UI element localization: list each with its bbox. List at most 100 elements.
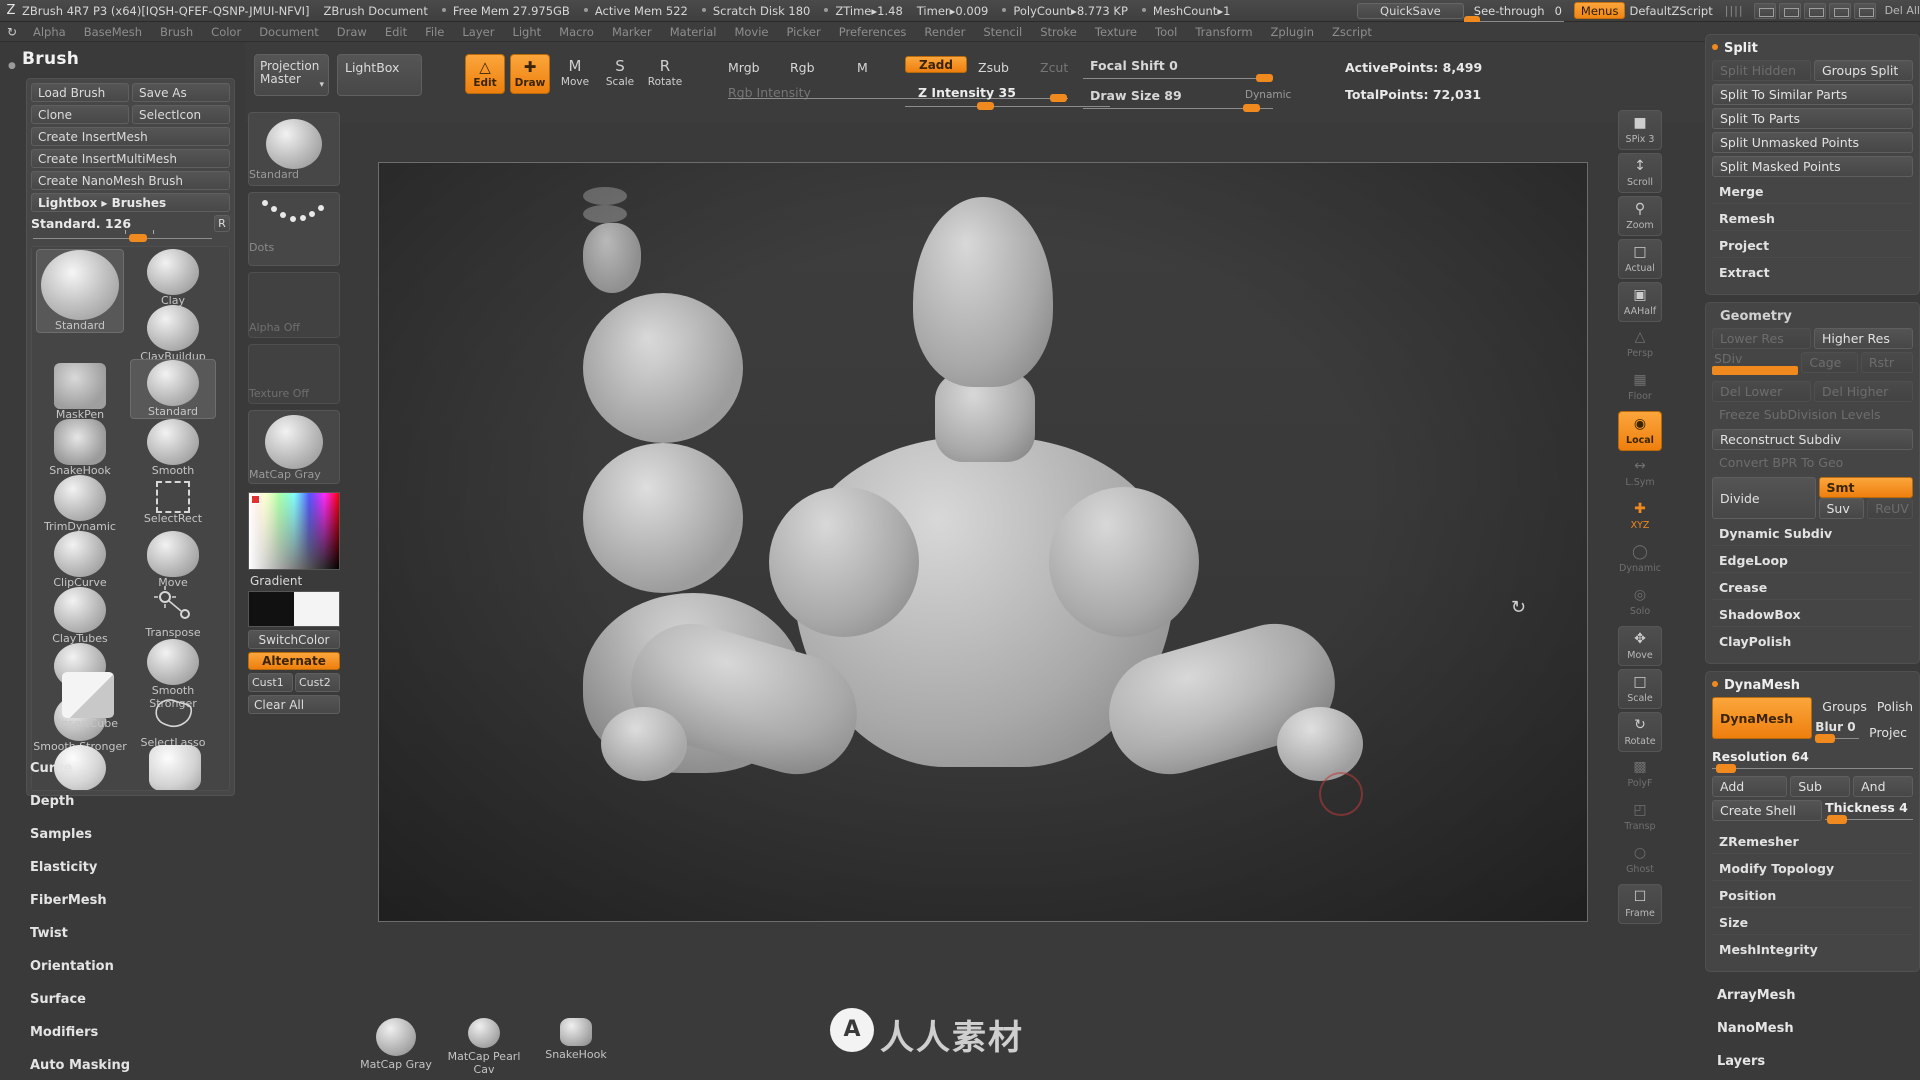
create-insertmesh-button[interactable]: Create InsertMesh xyxy=(31,127,230,146)
split-hidden-button[interactable]: Split Hidden xyxy=(1712,60,1811,81)
convert-bpr-button[interactable]: Convert BPR To Geo xyxy=(1712,453,1913,474)
del-all-button[interactable]: Del All xyxy=(1885,4,1920,17)
brush-item-transpose[interactable]: Transpose xyxy=(130,583,216,639)
slider-knob[interactable] xyxy=(129,234,147,242)
extract-button[interactable]: Extract xyxy=(1712,261,1913,285)
dynamesh-toggle-button[interactable]: DynaMesh xyxy=(1712,697,1813,739)
matbar-item-matcap-pearl-cav[interactable]: MatCap Pearl Cav xyxy=(436,1018,532,1076)
menu-item-file[interactable]: File xyxy=(416,25,453,39)
menu-item-render[interactable]: Render xyxy=(915,25,974,39)
menu-item-preferences[interactable]: Preferences xyxy=(830,25,916,39)
panel-collapse-icon[interactable]: ● xyxy=(8,61,16,71)
alternate-button[interactable]: Alternate xyxy=(248,652,340,670)
select-icon-button[interactable]: SelectIcon xyxy=(132,105,230,124)
menu-item-transform[interactable]: Transform xyxy=(1186,25,1261,39)
tail-layers[interactable]: Layers xyxy=(1705,1045,1920,1078)
merge-button[interactable]: Merge xyxy=(1712,180,1913,204)
sub-button[interactable]: Sub xyxy=(1790,776,1851,797)
menu-item-draw[interactable]: Draw xyxy=(328,25,376,39)
project-button[interactable]: Projec xyxy=(1862,723,1913,744)
color-picker[interactable] xyxy=(248,492,340,570)
z-intensity-slider[interactable] xyxy=(905,100,1110,112)
menu-item-document[interactable]: Document xyxy=(250,25,328,39)
suv-button[interactable]: Suv xyxy=(1818,498,1865,519)
switch-color-button[interactable]: SwitchColor xyxy=(248,630,340,649)
menu-item-material[interactable]: Material xyxy=(661,25,726,39)
dynamesh-group-title[interactable]: DynaMesh xyxy=(1712,677,1913,697)
matbar-item-matcap-gray[interactable]: MatCap Gray xyxy=(348,1018,444,1071)
brush-item-standard-large[interactable]: Standard xyxy=(36,249,124,333)
mrgb-button[interactable]: Mrgb xyxy=(728,60,760,75)
section-orientation[interactable]: Orientation xyxy=(0,950,245,983)
lightbox-button[interactable]: LightBox xyxy=(337,54,422,96)
m-button[interactable]: M xyxy=(857,60,868,75)
rail-button-ghost[interactable]: ○ Ghost xyxy=(1618,841,1662,881)
document-canvas[interactable] xyxy=(378,162,1588,922)
slider-knob[interactable] xyxy=(1815,734,1836,743)
mode-move-button[interactable]: M Move xyxy=(555,54,595,94)
blur-slider[interactable] xyxy=(1815,734,1860,743)
draw-size-slider[interactable] xyxy=(1083,102,1273,114)
window-icon-4[interactable] xyxy=(1828,2,1851,19)
brush-section-list[interactable]: Curve Depth Samples Elasticity FiberMesh… xyxy=(0,752,245,1080)
menu-item-texture[interactable]: Texture xyxy=(1086,25,1146,39)
menu-item-stencil[interactable]: Stencil xyxy=(974,25,1031,39)
cust1-button[interactable]: Cust1 xyxy=(248,673,293,692)
rail-button-polyf[interactable]: ▩ PolyF xyxy=(1618,755,1662,795)
modify-topology-button[interactable]: Modify Topology xyxy=(1712,857,1913,881)
cage-button[interactable]: Cage xyxy=(1801,352,1858,373)
dynamic-button[interactable]: Dynamic xyxy=(1245,89,1291,101)
lower-res-button[interactable]: Lower Res xyxy=(1712,328,1811,349)
color-field[interactable] xyxy=(249,493,339,569)
del-lower-button[interactable]: Del Lower xyxy=(1712,381,1811,402)
menu-item-alpha[interactable]: Alpha xyxy=(24,25,75,39)
brush-item-trimdynamic[interactable]: TrimDynamic xyxy=(36,475,124,533)
rail-button-scale[interactable]: □ Scale xyxy=(1618,669,1662,709)
brush-item-claytubes[interactable]: ClayTubes xyxy=(36,587,124,645)
brush-slider[interactable] xyxy=(33,230,212,242)
dynamic-subdiv-button[interactable]: Dynamic Subdiv xyxy=(1712,522,1913,546)
brush-item-clipcurve[interactable]: ClipCurve xyxy=(36,531,124,589)
mode-edit-button[interactable]: △ Edit xyxy=(465,54,505,94)
geometry-group-title[interactable]: Geometry xyxy=(1712,308,1913,328)
smt-button[interactable]: Smt xyxy=(1818,477,1913,498)
section-auto-masking[interactable]: Auto Masking xyxy=(0,1049,245,1080)
freeze-subdivision-button[interactable]: Freeze SubDivision Levels xyxy=(1712,405,1913,426)
rail-button-xyz[interactable]: ✚ XYZ xyxy=(1618,497,1662,537)
menu-item-edit[interactable]: Edit xyxy=(376,25,416,39)
color-swatch-black[interactable] xyxy=(249,592,294,626)
thickness-slider[interactable] xyxy=(1825,815,1913,824)
color-swatch-current[interactable] xyxy=(251,495,260,504)
project-button[interactable]: Project xyxy=(1712,234,1913,258)
menu-item-macro[interactable]: Macro xyxy=(550,25,603,39)
split-to-similar-parts-button[interactable]: Split To Similar Parts xyxy=(1712,84,1913,105)
slider-knob[interactable] xyxy=(1827,815,1848,824)
menu-item-picker[interactable]: Picker xyxy=(777,25,829,39)
menu-item-movie[interactable]: Movie xyxy=(725,25,777,39)
window-icon-1[interactable] xyxy=(1753,2,1776,19)
rail-button-aahalf[interactable]: ▣ AAHalf xyxy=(1618,282,1662,322)
brush-item-selectrect[interactable]: SelectRect xyxy=(130,475,216,525)
rail-button-scroll[interactable]: ↕ Scroll xyxy=(1618,153,1662,193)
rail-button-rotate[interactable]: ↻ Rotate xyxy=(1618,712,1662,752)
sdiv-slider[interactable] xyxy=(1712,366,1799,375)
slider-knob[interactable] xyxy=(1256,74,1273,82)
right-tool-rail[interactable]: ■ SPix 3 ↕ Scroll ⚲ Zoom □ Actual ▣ AAHa… xyxy=(1618,110,1664,950)
del-higher-button[interactable]: Del Higher xyxy=(1814,381,1913,402)
tail-nanomesh[interactable]: NanoMesh xyxy=(1705,1012,1920,1045)
stroke-preview-dots[interactable]: Dots xyxy=(248,192,340,266)
shadowbox-button[interactable]: ShadowBox xyxy=(1712,603,1913,627)
tail-section-list[interactable]: ArrayMesh NanoMesh Layers FiberMesh Geom… xyxy=(1705,979,1920,1080)
chevron-down-icon[interactable]: ▾ xyxy=(319,79,324,92)
section-elasticity[interactable]: Elasticity xyxy=(0,851,245,884)
menu-item-light[interactable]: Light xyxy=(503,25,550,39)
matbar-item-snakehook[interactable]: SnakeHook xyxy=(528,1018,624,1061)
section-modifiers[interactable]: Modifiers xyxy=(0,1016,245,1049)
slider-knob[interactable] xyxy=(1712,366,1799,375)
split-unmasked-points-button[interactable]: Split Unmasked Points xyxy=(1712,132,1913,153)
groups-button[interactable]: Groups xyxy=(1815,697,1867,718)
rail-button-dynamic[interactable]: ◯ Dynamic xyxy=(1618,540,1662,580)
save-as-button[interactable]: Save As xyxy=(132,83,230,102)
tool-preview-standard[interactable]: Standard xyxy=(248,112,340,186)
rail-button-solo[interactable]: ◎ Solo xyxy=(1618,583,1662,623)
